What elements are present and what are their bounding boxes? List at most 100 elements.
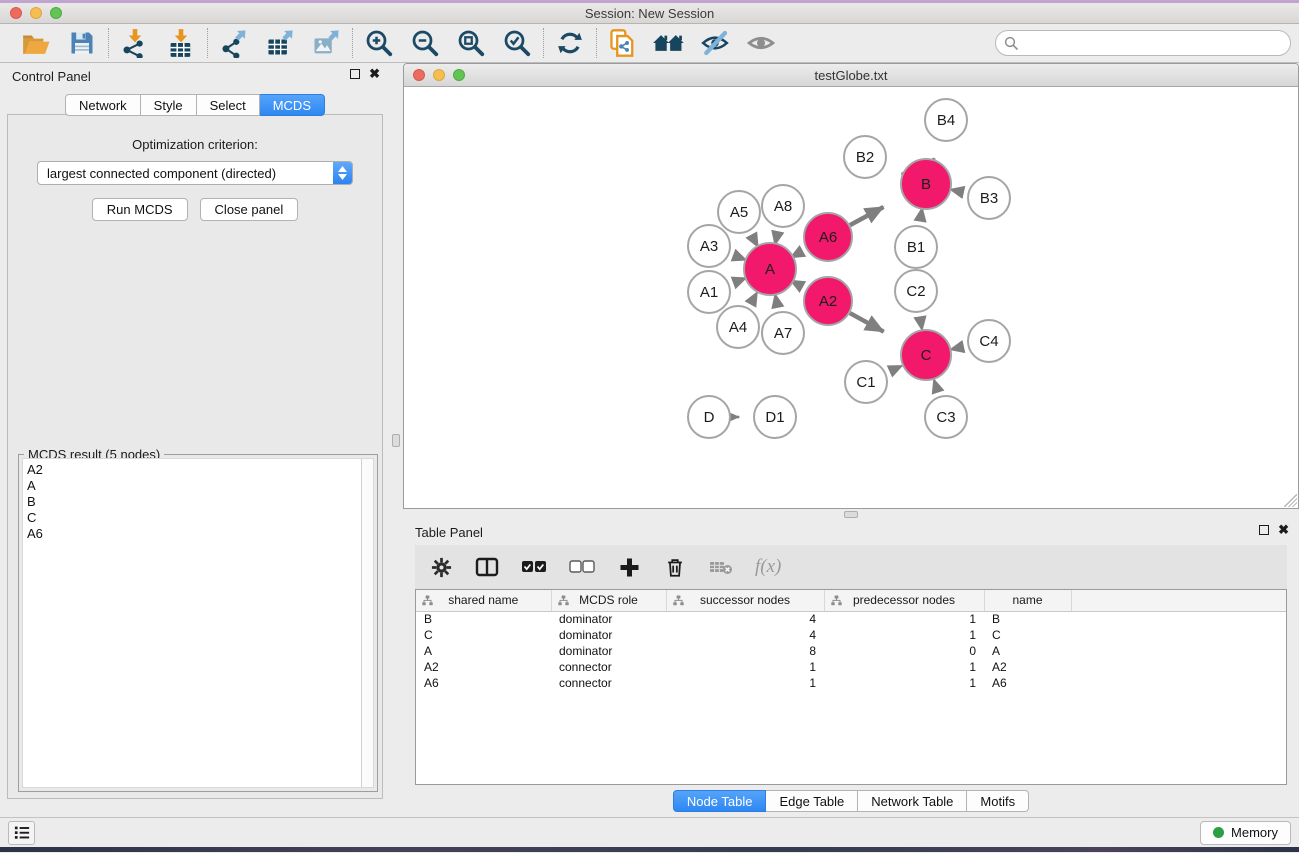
first-neighbors-icon[interactable] bbox=[652, 27, 686, 59]
node-table[interactable]: shared nameMCDS rolesuccessor nodesprede… bbox=[415, 589, 1287, 785]
hide-graphics-details-icon[interactable] bbox=[698, 27, 732, 59]
function-builder-icon[interactable]: f(x) bbox=[755, 553, 781, 581]
tab-edge-table[interactable]: Edge Table bbox=[766, 790, 858, 812]
zoom-out-icon[interactable] bbox=[408, 27, 442, 59]
close-panel-button[interactable]: Close panel bbox=[200, 198, 299, 221]
import-network-icon[interactable] bbox=[118, 27, 152, 59]
table-panel-header: Table Panel ✖ bbox=[403, 519, 1299, 545]
zoom-in-icon[interactable] bbox=[362, 27, 396, 59]
unselect-all-columns-icon[interactable] bbox=[569, 553, 595, 581]
export-network-icon[interactable] bbox=[217, 27, 251, 59]
splitter-grip[interactable] bbox=[844, 511, 858, 518]
create-network-from-selection-icon[interactable] bbox=[606, 27, 640, 59]
column-header-predecessor-nodes[interactable]: predecessor nodes bbox=[824, 590, 984, 611]
save-session-icon[interactable] bbox=[65, 27, 99, 59]
table-cell[interactable]: A bbox=[416, 643, 551, 659]
splitter-grip[interactable] bbox=[392, 434, 400, 447]
show-panels-list-button[interactable] bbox=[8, 821, 35, 845]
table-cell[interactable]: 1 bbox=[824, 611, 984, 627]
table-cell[interactable]: A2 bbox=[984, 659, 1071, 675]
select-all-columns-icon[interactable] bbox=[521, 553, 547, 581]
result-scrollbar[interactable] bbox=[361, 459, 373, 787]
delete-columns-icon[interactable] bbox=[663, 553, 687, 581]
run-mcds-button[interactable]: Run MCDS bbox=[92, 198, 188, 221]
delete-table-icon[interactable] bbox=[709, 553, 733, 581]
float-panel-icon[interactable] bbox=[350, 69, 360, 79]
table-cell[interactable]: 0 bbox=[824, 643, 984, 659]
close-panel-icon[interactable]: ✖ bbox=[1278, 525, 1289, 535]
table-options-gear-icon[interactable] bbox=[429, 553, 453, 581]
table-cell[interactable]: 1 bbox=[824, 675, 984, 691]
table-cell[interactable]: 1 bbox=[824, 659, 984, 675]
table-cell[interactable]: B bbox=[984, 611, 1071, 627]
import-table-icon[interactable] bbox=[164, 27, 198, 59]
select-stepper-icon bbox=[333, 162, 352, 184]
zoom-fit-content-icon[interactable] bbox=[454, 27, 488, 59]
export-table-icon[interactable] bbox=[263, 27, 297, 59]
result-item[interactable]: A2 bbox=[27, 462, 361, 478]
graph-edge-A2-C[interactable] bbox=[850, 313, 884, 332]
search-input[interactable] bbox=[995, 30, 1291, 56]
table-row[interactable]: A6connector11A6 bbox=[416, 675, 1286, 691]
table-cell[interactable]: A2 bbox=[416, 659, 551, 675]
table-cell[interactable]: C bbox=[984, 627, 1071, 643]
table-cell[interactable]: dominator bbox=[551, 611, 666, 627]
table-cell[interactable]: 4 bbox=[666, 627, 824, 643]
table-cell[interactable]: C bbox=[416, 627, 551, 643]
float-panel-icon[interactable] bbox=[1259, 525, 1269, 535]
network-graph[interactable]: B4B2BB3A5A8A6A3B1AC2A1A2A4A7C4CC1C3DD1 bbox=[404, 87, 1298, 508]
column-header-name[interactable]: name bbox=[984, 590, 1071, 611]
add-column-icon[interactable] bbox=[617, 553, 641, 581]
network-canvas[interactable]: B4B2BB3A5A8A6A3B1AC2A1A2A4A7C4CC1C3DD1 bbox=[404, 87, 1298, 508]
vertical-splitter[interactable] bbox=[390, 63, 403, 817]
table-cell[interactable]: 1 bbox=[666, 675, 824, 691]
mcds-result-list[interactable]: A2ABCA6 bbox=[23, 459, 361, 787]
memory-button[interactable]: Memory bbox=[1200, 821, 1291, 845]
result-item[interactable]: A6 bbox=[27, 526, 361, 542]
tab-network-table[interactable]: Network Table bbox=[858, 790, 967, 812]
table-cell[interactable]: 8 bbox=[666, 643, 824, 659]
hierarchy-icon bbox=[831, 595, 842, 609]
table-row[interactable]: Cdominator41C bbox=[416, 627, 1286, 643]
show-graphics-details-icon[interactable] bbox=[744, 27, 778, 59]
export-image-icon[interactable] bbox=[309, 27, 343, 59]
table-cell[interactable]: A6 bbox=[416, 675, 551, 691]
table-cell[interactable]: 1 bbox=[824, 627, 984, 643]
show-column-icon[interactable] bbox=[475, 553, 499, 581]
refresh-view-icon[interactable] bbox=[553, 27, 587, 59]
table-row[interactable]: Bdominator41B bbox=[416, 611, 1286, 627]
horizontal-splitter[interactable] bbox=[403, 509, 1299, 519]
column-header-MCDS-role[interactable]: MCDS role bbox=[551, 590, 666, 611]
open-file-icon[interactable] bbox=[19, 27, 53, 59]
column-header-successor-nodes[interactable]: successor nodes bbox=[666, 590, 824, 611]
table-cell[interactable]: A bbox=[984, 643, 1071, 659]
tab-mcds[interactable]: MCDS bbox=[260, 94, 325, 116]
tab-network[interactable]: Network bbox=[65, 94, 141, 116]
criterion-select[interactable]: largest connected component (directed) bbox=[37, 161, 353, 185]
table-row[interactable]: Adominator80A bbox=[416, 643, 1286, 659]
result-item[interactable]: C bbox=[27, 510, 361, 526]
table-cell[interactable]: 1 bbox=[666, 659, 824, 675]
control-panel-tabs: NetworkStyleSelectMCDS bbox=[65, 94, 325, 116]
network-window-titlebar[interactable]: testGlobe.txt bbox=[404, 64, 1298, 87]
result-item[interactable]: B bbox=[27, 494, 361, 510]
table-cell[interactable]: dominator bbox=[551, 643, 666, 659]
table-cell[interactable]: B bbox=[416, 611, 551, 627]
tab-select[interactable]: Select bbox=[197, 94, 260, 116]
tab-style[interactable]: Style bbox=[141, 94, 197, 116]
table-cell[interactable]: connector bbox=[551, 675, 666, 691]
close-panel-icon[interactable]: ✖ bbox=[369, 69, 380, 79]
result-item[interactable]: A bbox=[27, 478, 361, 494]
table-cell[interactable]: connector bbox=[551, 659, 666, 675]
tab-motifs[interactable]: Motifs bbox=[967, 790, 1029, 812]
table-cell[interactable]: dominator bbox=[551, 627, 666, 643]
column-header-shared-name[interactable]: shared name bbox=[416, 590, 551, 611]
zoom-selected-icon[interactable] bbox=[500, 27, 534, 59]
table-cell[interactable]: A6 bbox=[984, 675, 1071, 691]
graph-edge-A6-B[interactable] bbox=[850, 207, 883, 225]
window-resize-grip[interactable] bbox=[1284, 494, 1297, 507]
tab-node-table[interactable]: Node Table bbox=[673, 790, 767, 812]
table-row[interactable]: A2connector11A2 bbox=[416, 659, 1286, 675]
hierarchy-icon bbox=[422, 595, 433, 609]
table-cell[interactable]: 4 bbox=[666, 611, 824, 627]
